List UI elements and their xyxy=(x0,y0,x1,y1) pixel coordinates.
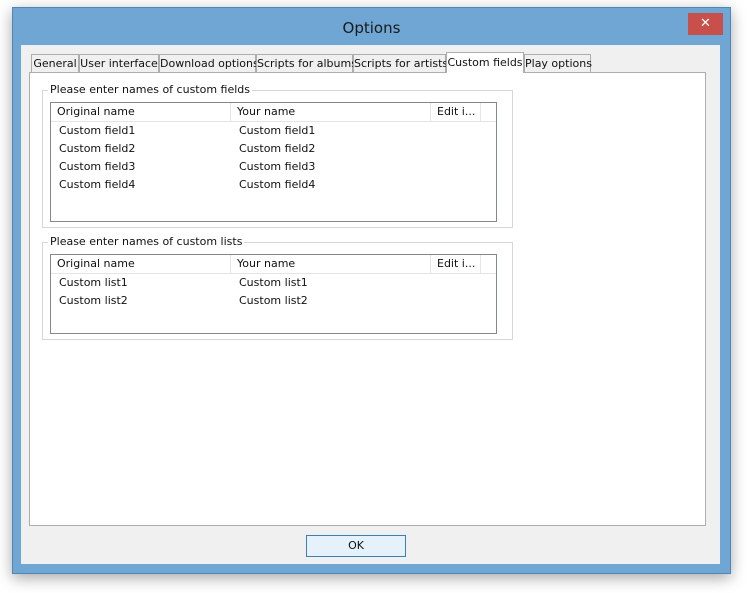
column-your-name[interactable]: Your name xyxy=(231,103,431,121)
options-window: Options ✕ General User interface Downloa… xyxy=(12,7,731,574)
your-name-cell[interactable]: Custom field3 xyxy=(231,158,315,176)
dialog-client: General User interface Download options … xyxy=(21,45,720,564)
original-name-cell: Custom field2 xyxy=(59,142,136,155)
column-original-name[interactable]: Original name xyxy=(51,255,231,273)
list-item[interactable]: Custom list1 Custom list1 xyxy=(51,274,496,292)
tab-general[interactable]: General xyxy=(31,54,79,72)
list-item[interactable]: Custom field3 Custom field3 xyxy=(51,158,496,176)
tab-custom-fields[interactable]: Custom fields xyxy=(446,52,524,73)
close-icon: ✕ xyxy=(700,16,711,31)
original-name-cell: Custom field3 xyxy=(59,160,136,173)
column-your-name[interactable]: Your name xyxy=(231,255,431,273)
custom-lists-list-header: Original name Your name Edit i... xyxy=(51,255,496,274)
custom-fields-list-header: Original name Your name Edit i... xyxy=(51,103,496,122)
original-name-cell: Custom field4 xyxy=(59,178,136,191)
tab-user-interface[interactable]: User interface xyxy=(79,54,159,72)
tab-scripts-for-artists[interactable]: Scripts for artists xyxy=(353,54,448,72)
column-edit-in[interactable]: Edit i... xyxy=(431,103,481,121)
original-name-cell: Custom list1 xyxy=(59,276,128,289)
custom-lists-group-label: Please enter names of custom lists xyxy=(48,235,245,248)
custom-lists-list[interactable]: Original name Your name Edit i... Custom… xyxy=(50,254,497,334)
list-item[interactable]: Custom field4 Custom field4 xyxy=(51,176,496,194)
tab-download-options[interactable]: Download options xyxy=(159,54,259,72)
custom-fields-group-label: Please enter names of custom fields xyxy=(48,83,253,96)
column-edit-in[interactable]: Edit i... xyxy=(431,255,481,273)
your-name-cell[interactable]: Custom list1 xyxy=(231,274,308,292)
column-original-name[interactable]: Original name xyxy=(51,103,231,121)
custom-fields-list[interactable]: Original name Your name Edit i... Custom… xyxy=(50,102,497,222)
custom-lists-group: Please enter names of custom lists Origi… xyxy=(42,235,513,340)
tab-play-options[interactable]: Play options xyxy=(524,54,592,72)
list-item[interactable]: Custom field1 Custom field1 xyxy=(51,122,496,140)
custom-fields-group: Please enter names of custom fields Orig… xyxy=(42,83,513,228)
your-name-cell[interactable]: Custom list2 xyxy=(231,292,308,310)
original-name-cell: Custom field1 xyxy=(59,124,136,137)
ok-button[interactable]: OK xyxy=(306,535,406,557)
original-name-cell: Custom list2 xyxy=(59,294,128,307)
your-name-cell[interactable]: Custom field4 xyxy=(231,176,315,194)
list-item[interactable]: Custom field2 Custom field2 xyxy=(51,140,496,158)
list-item[interactable]: Custom list2 Custom list2 xyxy=(51,292,496,310)
your-name-cell[interactable]: Custom field1 xyxy=(231,122,315,140)
close-button[interactable]: ✕ xyxy=(688,13,723,35)
your-name-cell[interactable]: Custom field2 xyxy=(231,140,315,158)
window-title: Options xyxy=(342,19,401,37)
tab-panel-custom-fields: Please enter names of custom fields Orig… xyxy=(29,72,706,526)
tab-scripts-for-albums[interactable]: Scripts for albums xyxy=(256,54,357,72)
